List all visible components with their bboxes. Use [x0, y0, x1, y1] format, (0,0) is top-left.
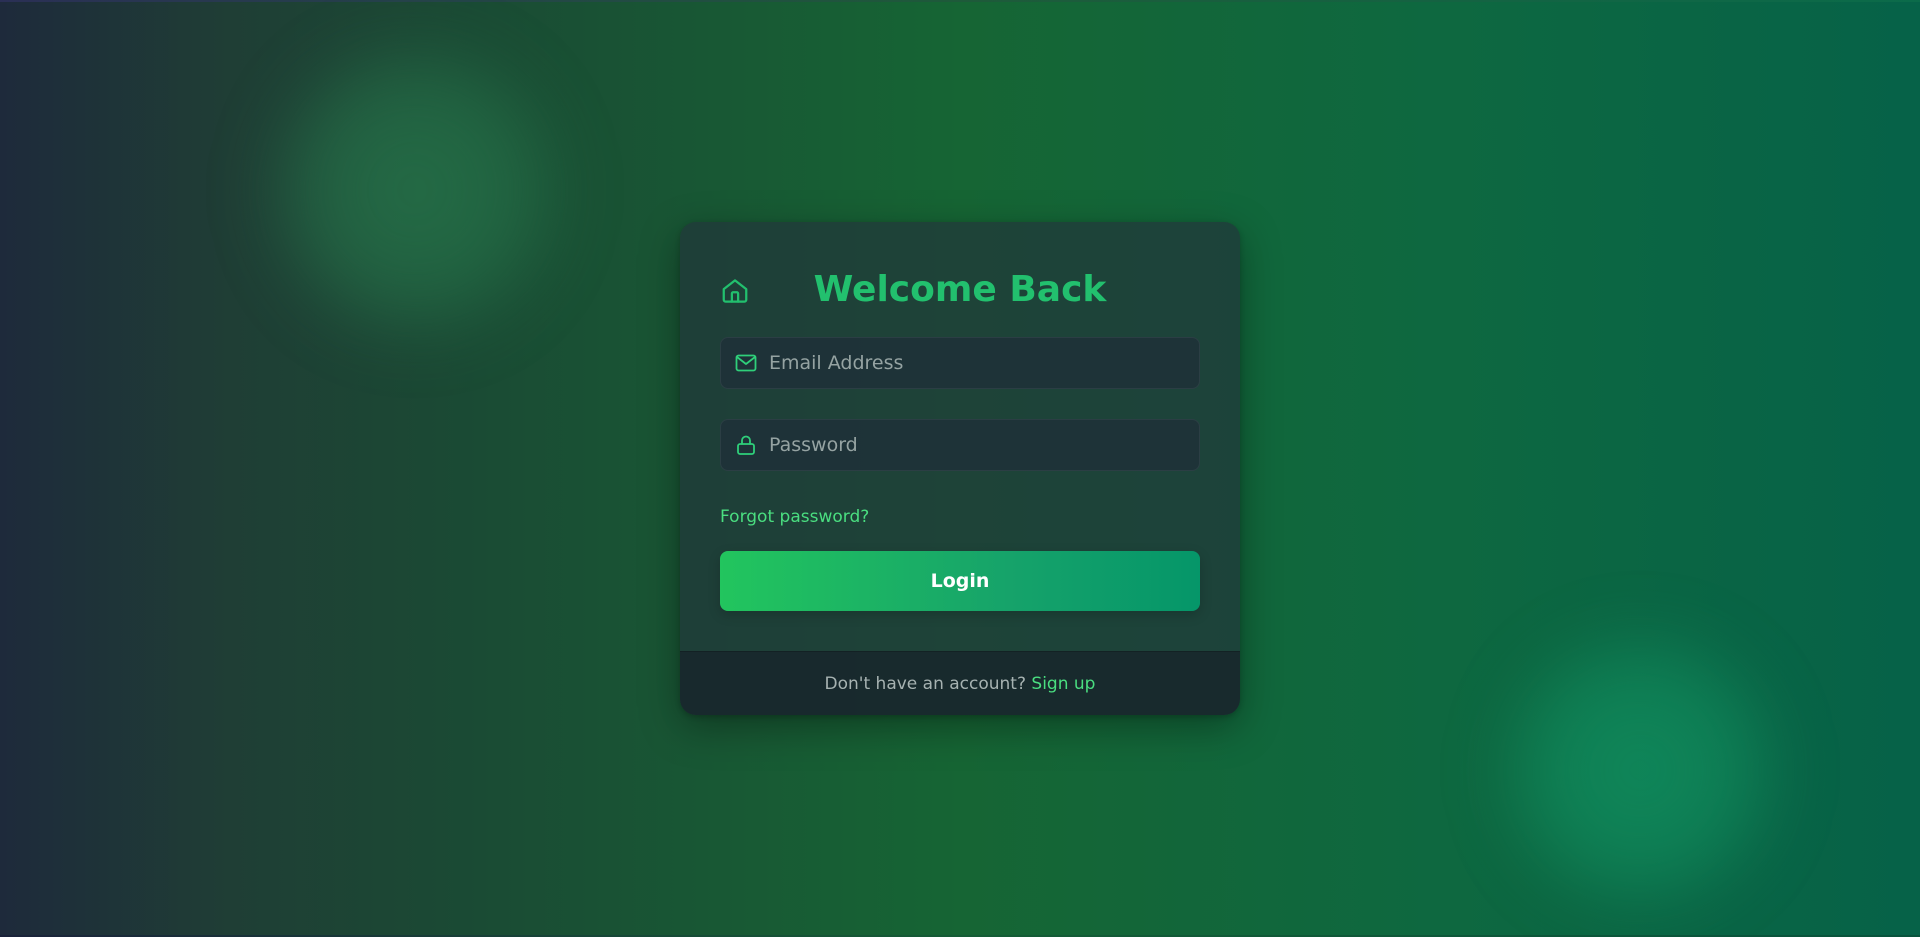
- card-header: Welcome Back: [720, 262, 1200, 318]
- signup-link[interactable]: Sign up: [1031, 674, 1095, 694]
- email-field[interactable]: [720, 337, 1200, 389]
- forgot-password-link[interactable]: Forgot password?: [720, 507, 869, 527]
- login-card: Welcome Back Email Address Forgot passwo…: [680, 222, 1240, 715]
- home-icon[interactable]: [720, 276, 750, 306]
- top-edge: [0, 0, 1920, 2]
- login-card-body: Welcome Back Email Address Forgot passwo…: [680, 222, 1240, 651]
- password-input[interactable]: [769, 420, 1189, 470]
- password-field[interactable]: [720, 419, 1200, 471]
- email-input[interactable]: [769, 338, 1189, 388]
- signup-prompt: Don't have an account?: [824, 674, 1032, 694]
- background-glow-top-left: [255, 30, 575, 350]
- forgot-password-row: Forgot password?: [720, 505, 869, 529]
- login-button[interactable]: Login: [720, 551, 1200, 611]
- background-glow-bottom-right: [1490, 620, 1790, 920]
- lock-icon: [734, 433, 758, 457]
- page-title: Welcome Back: [813, 269, 1107, 310]
- mail-icon: [734, 351, 758, 375]
- card-footer: Don't have an account? Sign up: [680, 651, 1240, 715]
